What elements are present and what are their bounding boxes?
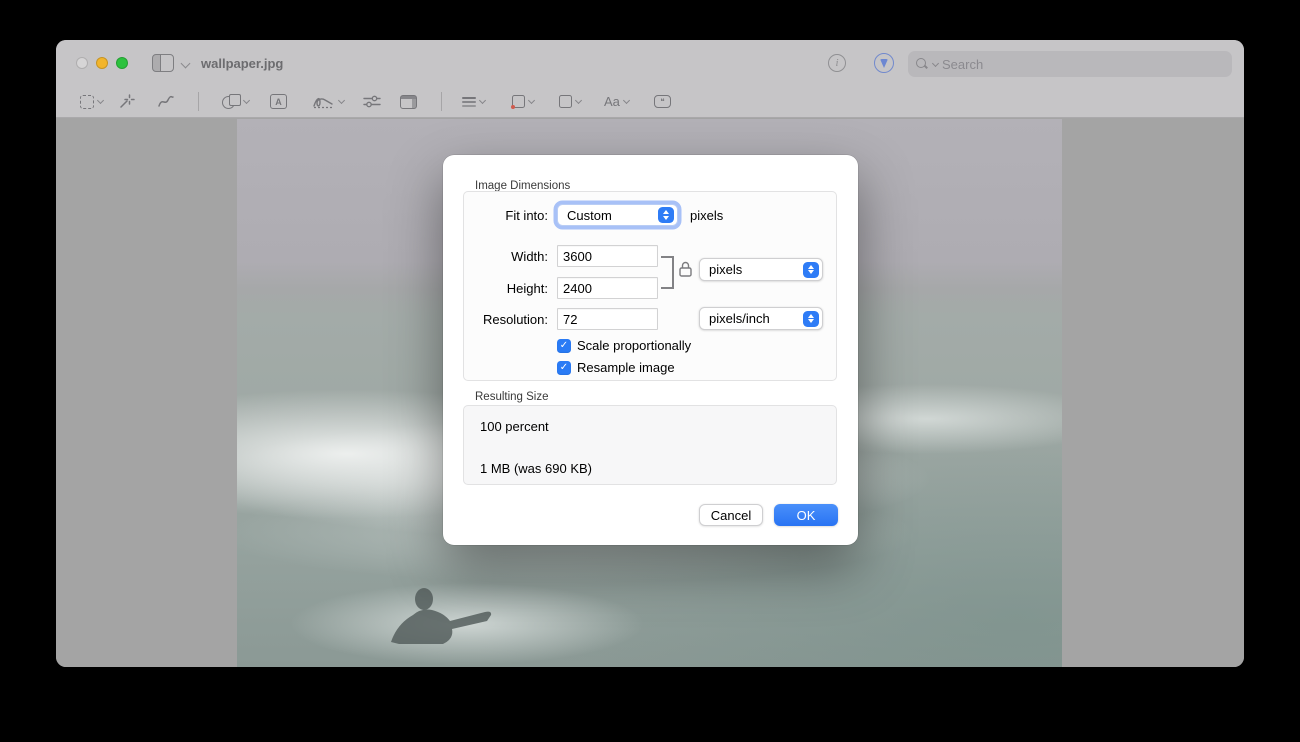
layout-panel-icon	[400, 95, 417, 109]
selection-icon	[80, 95, 94, 109]
color-dot-icon	[511, 105, 515, 109]
markup-toolbar: A	[56, 86, 1244, 118]
resulting-size-groupbox: 100 percent 1 MB (was 690 KB)	[463, 405, 837, 485]
sign-button[interactable]	[313, 86, 344, 117]
resolution-label: Resolution:	[464, 312, 548, 327]
sliders-icon	[363, 94, 381, 109]
toolbar-divider	[198, 92, 199, 111]
line-style-button[interactable]	[462, 86, 485, 117]
link-bracket	[661, 256, 674, 289]
border-color-button[interactable]	[512, 86, 534, 117]
resample-image-label: Resample image	[577, 360, 675, 375]
text-box-button[interactable]: A	[270, 86, 287, 117]
fit-into-label: Fit into:	[464, 208, 548, 223]
fill-color-icon	[559, 95, 572, 108]
popup-stepper-icon	[803, 311, 819, 327]
cancel-button[interactable]: Cancel	[699, 504, 763, 526]
search-chevron-icon[interactable]	[932, 59, 939, 66]
shapes-button[interactable]	[222, 86, 249, 117]
border-color-icon	[512, 95, 525, 108]
chevron-down-icon	[528, 96, 535, 103]
resample-image-row[interactable]: ✓ Resample image	[557, 360, 675, 375]
width-label: Width:	[464, 249, 548, 264]
resolution-unit-popup[interactable]: pixels/inch	[699, 307, 823, 330]
toolbar-divider	[441, 92, 442, 111]
zoom-button[interactable]	[116, 57, 128, 69]
adjust-color-button[interactable]	[363, 86, 381, 117]
resample-image-checkbox[interactable]: ✓	[557, 361, 571, 375]
dimensions-unit-popup[interactable]: pixels	[699, 258, 823, 281]
chevron-down-icon	[243, 96, 250, 103]
text-style-button[interactable]: Aa	[604, 86, 629, 117]
layout-button[interactable]	[400, 86, 417, 117]
titlebar: wallpaper.jpg i	[56, 40, 1244, 86]
ok-button[interactable]: OK	[774, 504, 838, 526]
popup-stepper-icon	[803, 262, 819, 278]
markup-toolbar-icon[interactable]	[874, 53, 894, 73]
resolution-input[interactable]	[557, 308, 658, 330]
scale-proportionally-row[interactable]: ✓ Scale proportionally	[557, 338, 691, 353]
sketch-pen-icon	[157, 94, 175, 109]
resolution-unit-value: pixels/inch	[709, 311, 770, 326]
lock-icon	[679, 261, 692, 277]
fit-into-value: Custom	[567, 208, 612, 223]
dimensions-unit-value: pixels	[709, 262, 742, 277]
line-weight-icon	[462, 97, 476, 107]
chevron-down-icon	[338, 96, 345, 103]
pen-nib-icon	[880, 59, 888, 68]
chevron-down-icon[interactable]	[181, 59, 191, 69]
chevron-down-icon	[623, 96, 630, 103]
info-icon[interactable]: i	[828, 54, 846, 72]
width-input[interactable]	[557, 245, 658, 267]
fill-color-button[interactable]	[559, 86, 581, 117]
image-dimensions-dialog: Image Dimensions Fit into: Custom pixels…	[443, 155, 858, 545]
chevron-down-icon	[575, 96, 582, 103]
resulting-percent: 100 percent	[480, 419, 549, 434]
scale-proportionally-label: Scale proportionally	[577, 338, 691, 353]
surfer-silhouette	[387, 584, 507, 654]
height-label: Height:	[464, 281, 548, 296]
minimize-button[interactable]	[96, 57, 108, 69]
fit-into-unit-label: pixels	[690, 208, 723, 223]
close-button[interactable]	[76, 57, 88, 69]
section-title-resulting-size: Resulting Size	[475, 391, 549, 403]
signature-icon	[313, 95, 335, 109]
search-icon	[916, 58, 929, 71]
selection-tool-button[interactable]	[80, 86, 103, 117]
shapes-icon	[222, 94, 240, 109]
dialog-buttons: Cancel OK	[699, 504, 838, 526]
chevron-down-icon	[479, 96, 486, 103]
sidebar-toggle-icon[interactable]	[152, 54, 174, 72]
dimensions-groupbox: Fit into: Custom pixels Width: Height: p…	[463, 191, 837, 381]
height-input[interactable]	[557, 277, 658, 299]
search-field[interactable]	[908, 51, 1232, 77]
preview-window: wallpaper.jpg i	[56, 40, 1244, 667]
text-box-icon: A	[270, 94, 287, 109]
sketch-button[interactable]	[157, 86, 175, 117]
fit-into-popup[interactable]: Custom	[557, 204, 678, 226]
annotate-button[interactable]: ❝	[654, 86, 671, 117]
chevron-down-icon	[97, 96, 104, 103]
popup-stepper-icon	[658, 207, 674, 223]
instant-alpha-button[interactable]	[118, 86, 135, 117]
window-title: wallpaper.jpg	[201, 56, 283, 71]
magic-wand-icon	[118, 93, 135, 110]
traffic-lights	[76, 57, 128, 69]
scale-proportionally-checkbox[interactable]: ✓	[557, 339, 571, 353]
resulting-filesize: 1 MB (was 690 KB)	[480, 461, 592, 476]
search-input[interactable]	[942, 57, 1192, 72]
speech-bubble-icon: ❝	[654, 95, 671, 108]
text-style-icon: Aa	[604, 94, 620, 109]
